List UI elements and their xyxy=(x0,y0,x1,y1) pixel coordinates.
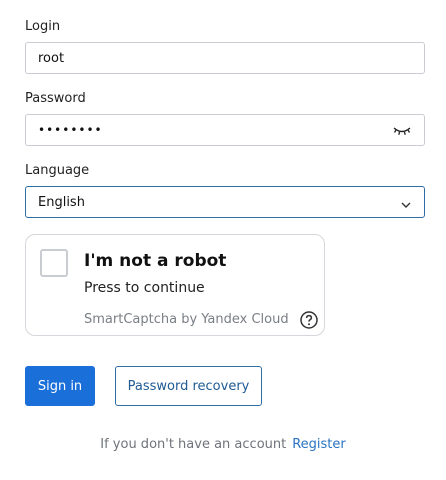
language-label: Language xyxy=(25,163,90,178)
captcha-subtitle: Press to continue xyxy=(84,280,205,296)
login-value: root xyxy=(38,50,65,66)
language-select[interactable]: English xyxy=(25,186,425,218)
login-label: Login xyxy=(25,19,61,34)
sign-in-button[interactable]: Sign in xyxy=(25,366,95,406)
register-prompt-text: If you don't have an account xyxy=(100,437,287,452)
language-selected-value: English xyxy=(38,194,85,210)
sign-in-form: Login root Password •••••••• Language En… xyxy=(0,0,446,480)
smartcaptcha-widget: I'm not a robot Press to continue SmartC… xyxy=(25,234,325,336)
chevron-down-icon xyxy=(400,198,412,208)
eye-closed-icon[interactable] xyxy=(392,123,412,137)
register-link[interactable]: Register xyxy=(292,437,346,452)
password-recovery-button[interactable]: Password recovery xyxy=(115,366,262,406)
captcha-title: I'm not a robot xyxy=(84,251,227,271)
question-circle-icon[interactable] xyxy=(300,311,318,329)
captcha-brand: SmartCaptcha by Yandex Cloud xyxy=(84,312,289,327)
password-field[interactable]: •••••••• xyxy=(25,114,425,146)
password-label: Password xyxy=(25,91,86,106)
captcha-checkbox[interactable] xyxy=(40,249,68,277)
login-field[interactable]: root xyxy=(25,42,425,74)
register-prompt: If you don't have an account Register xyxy=(0,437,446,452)
password-value: •••••••• xyxy=(38,123,103,137)
